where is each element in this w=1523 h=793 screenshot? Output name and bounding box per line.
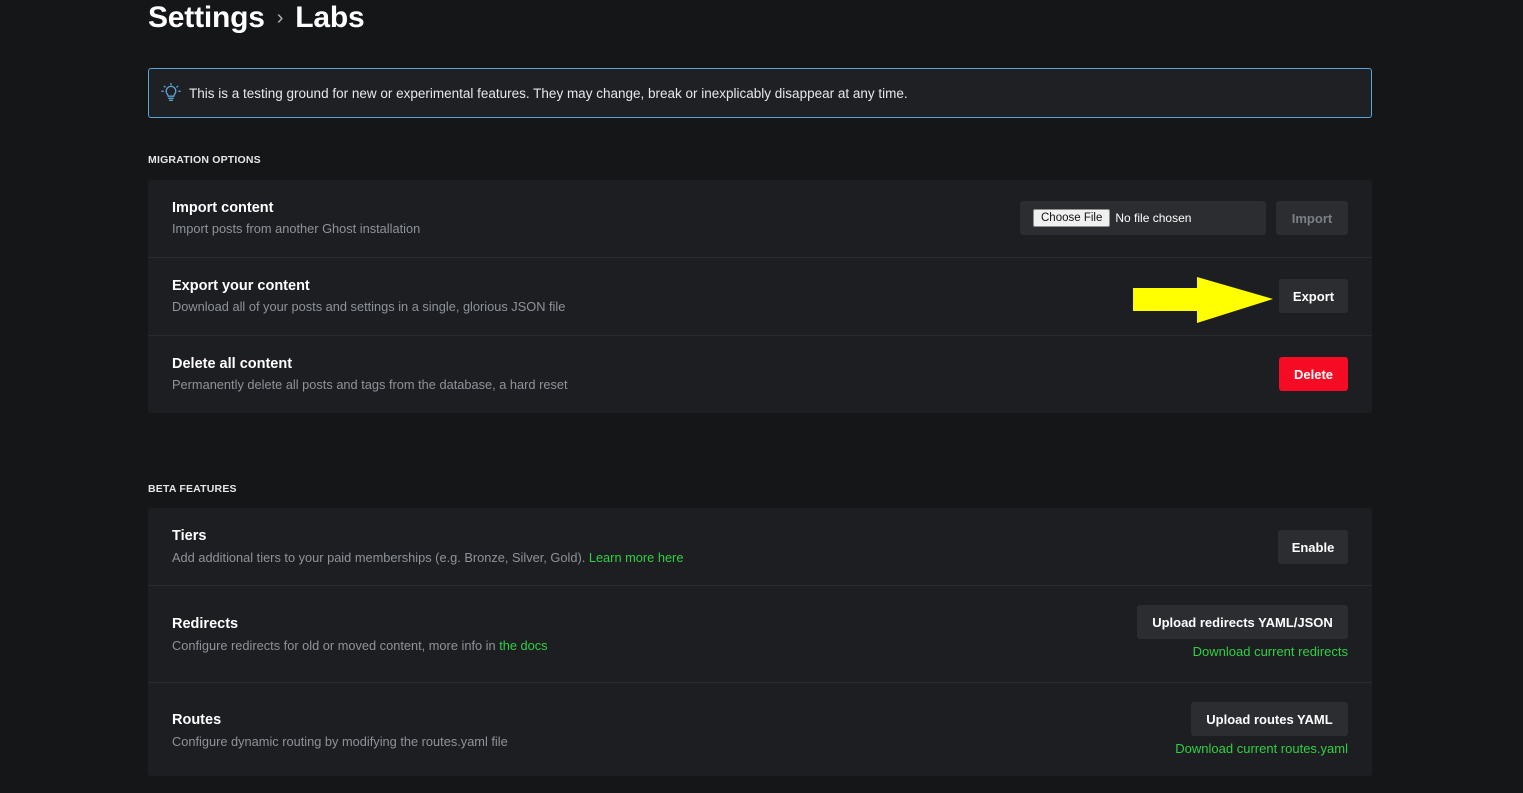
tiers-description-text: Add additional tiers to your paid member… bbox=[172, 550, 586, 565]
download-routes-link[interactable]: Download current routes.yaml bbox=[1175, 741, 1348, 756]
upload-redirects-button[interactable]: Upload redirects YAML/JSON bbox=[1137, 605, 1348, 639]
import-file-input[interactable]: Choose File No file chosen bbox=[1020, 201, 1266, 235]
breadcrumb: Settings › Labs bbox=[148, 0, 365, 36]
routes-description: Configure dynamic routing by modifying t… bbox=[172, 734, 508, 749]
redirects-description-text: Configure redirects for old or moved con… bbox=[172, 638, 496, 653]
import-content-row: Import content Import posts from another… bbox=[148, 180, 1372, 258]
import-button[interactable]: Import bbox=[1276, 201, 1348, 235]
annotation-arrow-icon bbox=[1133, 277, 1273, 323]
file-status-text: No file chosen bbox=[1115, 211, 1192, 225]
delete-content-title: Delete all content bbox=[172, 356, 293, 372]
redirects-docs-link[interactable]: the docs bbox=[499, 638, 547, 653]
tiers-row: Tiers Add additional tiers to your paid … bbox=[148, 508, 1372, 586]
labs-settings-page: Settings › Labs This is a testing ground… bbox=[0, 0, 1523, 793]
choose-file-button[interactable]: Choose File bbox=[1033, 209, 1111, 227]
notice-text: This is a testing ground for new or expe… bbox=[189, 85, 908, 101]
export-content-title: Export your content bbox=[172, 278, 310, 294]
delete-content-row: Delete all content Permanently delete al… bbox=[148, 336, 1372, 413]
redirects-title: Redirects bbox=[172, 616, 239, 632]
redirects-description: Configure redirects for old or moved con… bbox=[172, 638, 548, 653]
import-content-description: Import posts from another Ghost installa… bbox=[172, 221, 421, 236]
tiers-learn-more-link[interactable]: Learn more here bbox=[589, 550, 684, 565]
redirects-row: Redirects Configure redirects for old or… bbox=[148, 586, 1372, 683]
migration-options-heading: MIGRATION OPTIONS bbox=[148, 154, 261, 166]
tiers-description: Add additional tiers to your paid member… bbox=[172, 550, 683, 565]
delete-button[interactable]: Delete bbox=[1279, 357, 1348, 391]
upload-routes-button[interactable]: Upload routes YAML bbox=[1191, 702, 1348, 736]
routes-row: Routes Configure dynamic routing by modi… bbox=[148, 683, 1372, 778]
export-button[interactable]: Export bbox=[1279, 279, 1348, 313]
enable-tiers-button[interactable]: Enable bbox=[1278, 530, 1348, 564]
import-content-title: Import content bbox=[172, 200, 274, 216]
breadcrumb-separator-icon: › bbox=[276, 6, 284, 29]
beta-features-heading: BETA FEATURES bbox=[148, 483, 237, 495]
export-content-description: Download all of your posts and settings … bbox=[172, 299, 566, 314]
download-redirects-link[interactable]: Download current redirects bbox=[1193, 644, 1348, 659]
tiers-title: Tiers bbox=[172, 528, 207, 544]
delete-content-description: Permanently delete all posts and tags fr… bbox=[172, 377, 568, 392]
lightbulb-icon bbox=[161, 83, 181, 103]
breadcrumb-settings-link[interactable]: Settings bbox=[148, 1, 265, 35]
labs-notice-banner: This is a testing ground for new or expe… bbox=[148, 68, 1372, 118]
page-title: Labs bbox=[295, 1, 365, 34]
beta-features-card: Tiers Add additional tiers to your paid … bbox=[148, 508, 1372, 776]
routes-title: Routes bbox=[172, 712, 222, 728]
